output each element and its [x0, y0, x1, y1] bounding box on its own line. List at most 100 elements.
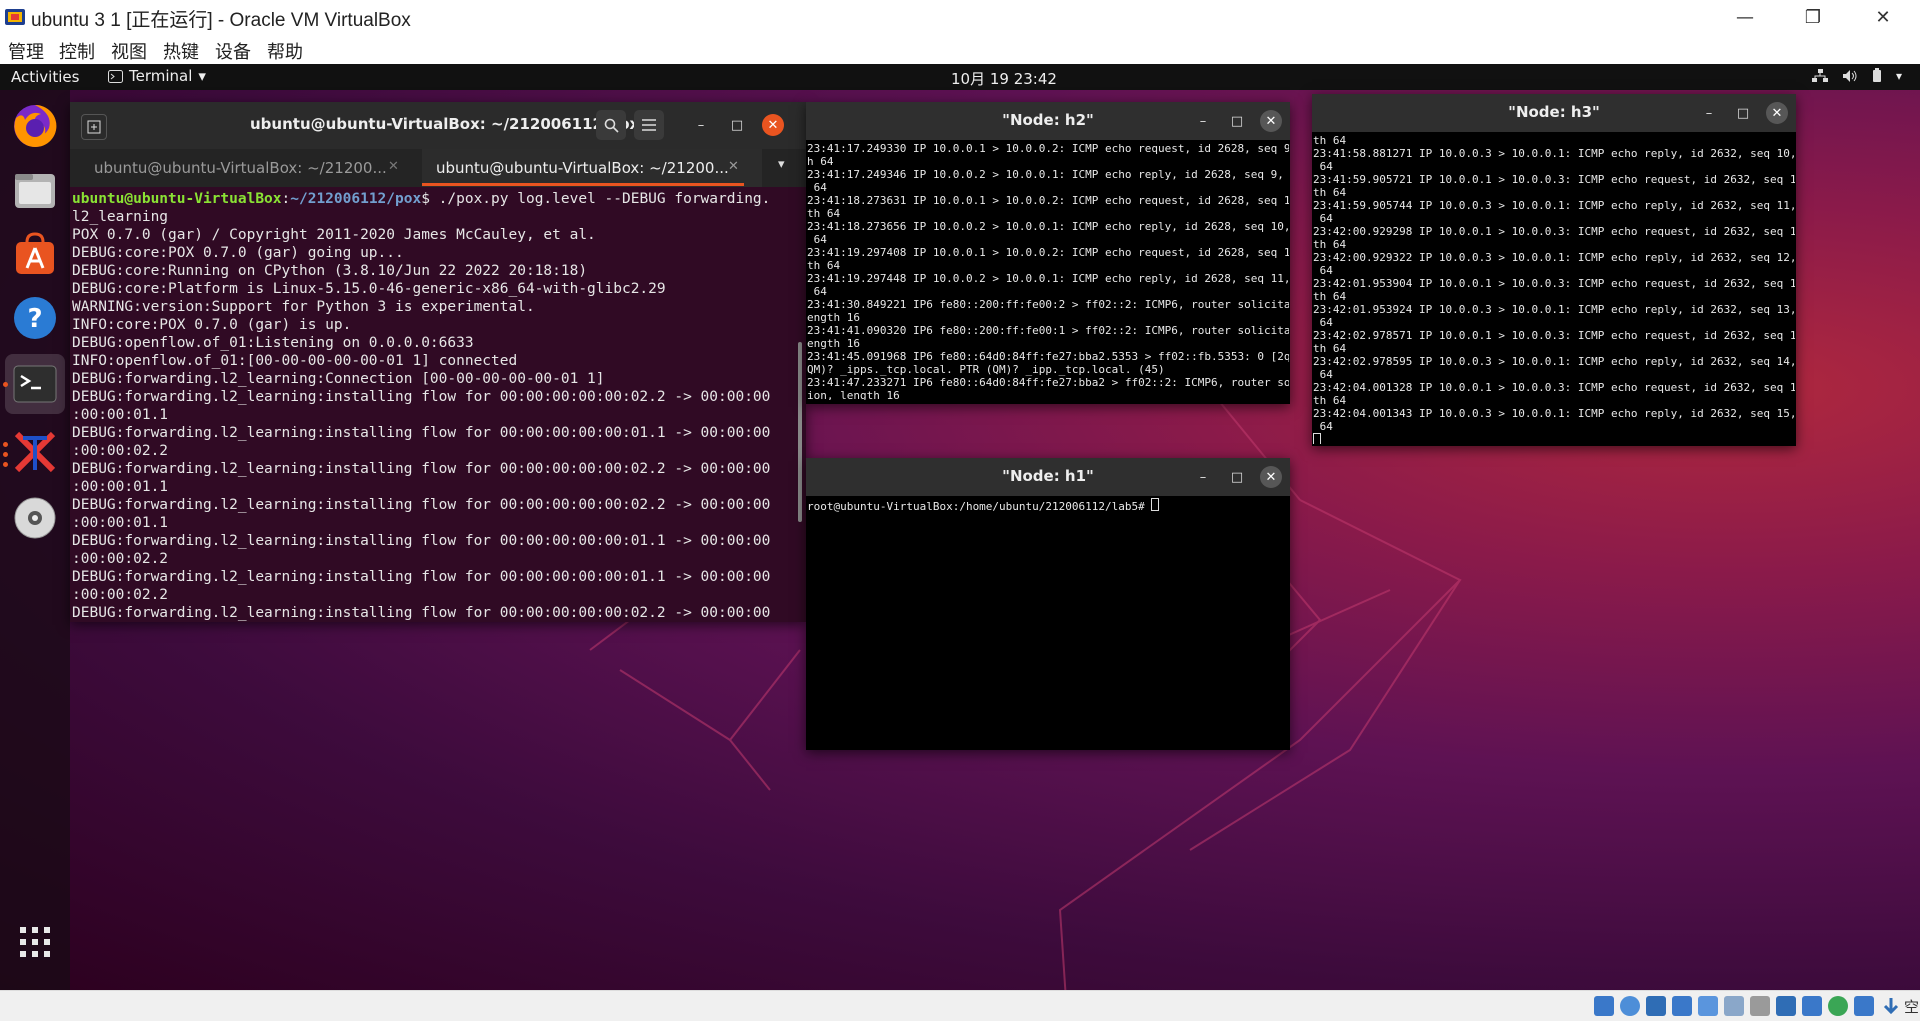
help-icon[interactable]: ? [11, 294, 59, 342]
display-icon[interactable] [1750, 996, 1770, 1016]
cpu-icon[interactable] [1802, 996, 1822, 1016]
menu-hotkeys[interactable]: 热键 [163, 38, 199, 64]
terminal-line: DEBUG:forwarding.l2_learning:installing … [72, 605, 771, 621]
menu-devices[interactable]: 设备 [215, 38, 251, 64]
h3-output-line: th 64 [1313, 134, 1347, 147]
h3-output-line: 23:42:02.978595 IP 10.0.0.3 > 10.0.0.1: … [1313, 355, 1795, 368]
xterm-node-h2-window[interactable]: "Node: h2" – □ ✕ 23:41:17.249330 IP 10.0… [806, 102, 1290, 404]
terminal-line: WARNING:version:Support for Python 3 is … [72, 299, 535, 315]
xterm-h3-titlebar: "Node: h3" – □ ✕ [1312, 94, 1796, 132]
app-menu-terminal[interactable]: Terminal ▾ [108, 67, 206, 85]
terminal-line: DEBUG:forwarding.l2_learning:installing … [72, 497, 771, 513]
software-center-icon[interactable] [11, 230, 59, 278]
shared-folders-icon[interactable] [1724, 996, 1744, 1016]
terminal-line: DEBUG:core:Running on CPython (3.8.10/Ju… [72, 263, 588, 279]
h2-output-line: ength 16 [807, 311, 860, 324]
menu-manage[interactable]: 管理 [8, 38, 44, 64]
h2-output-line: th 64 [807, 259, 841, 272]
menu-help[interactable]: 帮助 [267, 38, 303, 64]
h2-output-line: 23:41:47.233271 IP6 fe80::64d0:84ff:fe27… [807, 376, 1289, 389]
xterm-node-h3-window[interactable]: "Node: h3" – □ ✕ th 64 23:41:58.881271 IP… [1312, 94, 1796, 446]
h2-output-line: ion, length 16 [807, 389, 900, 400]
xterm-h1-output[interactable]: root@ubuntu-VirtualBox:/home/ubuntu/2120… [807, 498, 1289, 746]
files-icon[interactable] [11, 166, 59, 214]
terminal-close-button[interactable]: ✕ [762, 114, 784, 136]
new-tab-button[interactable] [81, 114, 107, 140]
tab-1[interactable]: ubuntu@ubuntu-VirtualBox: ~/21200... ✕ [70, 149, 410, 187]
tab-label: ubuntu@ubuntu-VirtualBox: ~/21200... [436, 159, 729, 177]
terminal-scrollbar[interactable] [798, 342, 802, 522]
hamburger-menu-button[interactable] [634, 110, 664, 140]
search-button[interactable] [596, 110, 626, 140]
h2-output-line: ength 16 [807, 337, 860, 350]
recording-icon[interactable] [1776, 996, 1796, 1016]
gnome-top-bar: Activities Terminal ▾ 10月 19 23:42 ▾ [0, 64, 1920, 90]
terminal-line: DEBUG:core:Platform is Linux-5.15.0-46-g… [72, 281, 666, 297]
tab-close-icon[interactable]: ✕ [388, 159, 399, 174]
guest-additions-icon[interactable] [1828, 996, 1848, 1016]
system-tray[interactable]: ▾ [1812, 68, 1902, 83]
tab-close-icon[interactable]: ✕ [728, 159, 739, 174]
terminal-maximize-button[interactable]: □ [726, 114, 748, 136]
h2-output-line: QM)? _ipps._tcp.local. PTR (QM)? _ipp._t… [807, 363, 1165, 376]
terminal-line: DEBUG:forwarding.l2_learning:installing … [72, 389, 771, 405]
h2-output-line: 23:41:17.249330 IP 10.0.0.1 > 10.0.0.2: … [807, 142, 1289, 155]
tab-2-active[interactable]: ubuntu@ubuntu-VirtualBox: ~/21200... ✕ [422, 149, 762, 187]
xterm-h3-title: "Node: h3" [1508, 103, 1600, 121]
terminal-headerbar: ubuntu@ubuntu-VirtualBox: ~/212006112/po… [70, 102, 806, 149]
xterm-icon[interactable] [11, 428, 59, 476]
h3-output-line: 64 [1313, 160, 1333, 173]
tab-list-dropdown[interactable]: ▾ [778, 157, 785, 172]
activities-button[interactable]: Activities [11, 68, 79, 86]
active-tab-indicator [422, 183, 744, 186]
xterm-h2-output[interactable]: 23:41:17.249330 IP 10.0.0.1 > 10.0.0.2: … [807, 142, 1289, 400]
h1-minimize-button[interactable]: – [1192, 466, 1214, 488]
h3-output-line: 64 [1313, 420, 1333, 433]
clock[interactable]: 10月 19 23:42 [951, 68, 1057, 89]
h3-minimize-button[interactable]: – [1698, 102, 1720, 124]
h1-maximize-button[interactable]: □ [1226, 466, 1248, 488]
terminal-window[interactable]: ubuntu@ubuntu-VirtualBox: ~/212006112/po… [70, 102, 806, 622]
mouse-integration-icon[interactable] [1854, 996, 1874, 1016]
usb-icon[interactable] [1698, 996, 1718, 1016]
menu-control[interactable]: 控制 [59, 38, 95, 64]
h2-maximize-button[interactable]: □ [1226, 110, 1248, 132]
terminal-line: DEBUG:forwarding.l2_learning:installing … [72, 533, 771, 549]
terminal-line: INFO:core:POX 0.7.0 (gar) is up. [72, 317, 352, 333]
xterm-node-h1-window[interactable]: "Node: h1" – □ ✕ root@ubuntu-VirtualBox:… [806, 458, 1290, 750]
h2-close-button[interactable]: ✕ [1260, 110, 1282, 132]
h3-output-line: th 64 [1313, 394, 1347, 407]
h2-output-line: 23:41:30.849221 IP6 fe80::200:ff:fe00:2 … [807, 298, 1289, 311]
h3-maximize-button[interactable]: □ [1732, 102, 1754, 124]
new-tab-icon [87, 120, 101, 134]
terminal-output[interactable]: ubuntu@ubuntu-VirtualBox:~/212006112/pox… [72, 190, 798, 622]
menu-view[interactable]: 视图 [111, 38, 147, 64]
terminal-minimize-button[interactable]: – [690, 114, 712, 136]
dvd-icon[interactable] [11, 494, 59, 542]
firefox-icon[interactable] [11, 102, 59, 150]
h2-output-line: 64 [807, 181, 827, 194]
h1-close-button[interactable]: ✕ [1260, 466, 1282, 488]
vbox-restore-button[interactable]: ❐ [1790, 2, 1836, 32]
h2-minimize-button[interactable]: – [1192, 110, 1214, 132]
h3-output-line: 23:42:00.929322 IP 10.0.0.3 > 10.0.0.1: … [1313, 251, 1795, 264]
vbox-minimize-button[interactable]: — [1722, 2, 1768, 32]
audio-icon[interactable] [1646, 996, 1666, 1016]
keyboard-capture-icon[interactable] [1880, 995, 1902, 1017]
h3-close-button[interactable]: ✕ [1766, 102, 1788, 124]
terminal-line: l2_learning [72, 209, 169, 225]
prompt-separator: : [281, 191, 291, 207]
network-icon [1812, 68, 1828, 82]
h3-output-line: th 64 [1313, 290, 1347, 303]
terminal-line: :00:00:01.1 [72, 407, 169, 423]
network-adapter-icon[interactable] [1672, 996, 1692, 1016]
vbox-close-button[interactable]: ✕ [1860, 2, 1906, 32]
terminal-line: DEBUG:forwarding.l2_learning:installing … [72, 461, 771, 477]
terminal-icon[interactable] [11, 360, 59, 408]
hard-disk-icon[interactable] [1594, 996, 1614, 1016]
show-apps-icon[interactable] [11, 918, 59, 966]
optical-drive-icon[interactable] [1620, 996, 1640, 1016]
virtualbox-icon [5, 9, 25, 25]
terminal-line: DEBUG:forwarding.l2_learning:installing … [72, 425, 771, 441]
xterm-h3-output[interactable]: th 64 23:41:58.881271 IP 10.0.0.3 > 10.0.… [1313, 134, 1795, 444]
